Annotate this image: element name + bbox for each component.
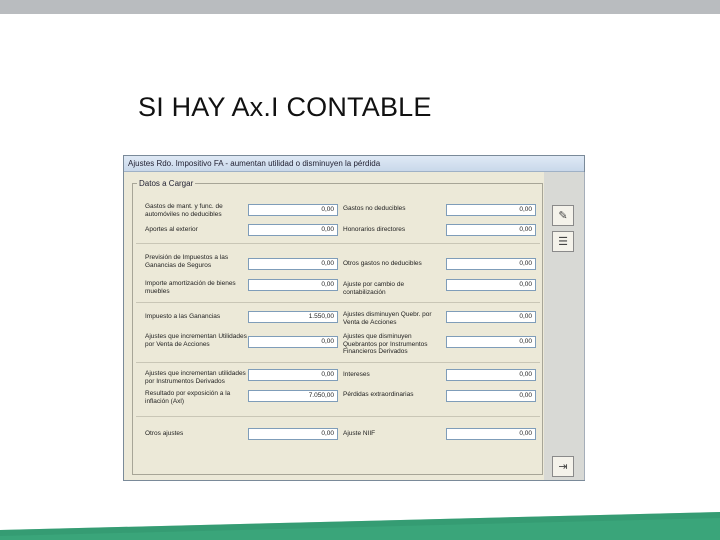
field-input[interactable]: 0,00	[446, 224, 536, 236]
field-label: Pérdidas extraordinarias	[343, 391, 414, 398]
row-separator	[136, 302, 540, 303]
field-input[interactable]: 0,00	[248, 369, 338, 381]
field-label: Ajustes que incrementan Utilidades por V…	[145, 333, 247, 348]
field-label: Ajustes que incrementan utilidades por I…	[145, 370, 246, 385]
field-input[interactable]: 0,00	[446, 311, 536, 323]
field-label: Otros gastos no deducibles	[343, 260, 422, 267]
field-label: Gastos de mant. y func. de automóviles n…	[145, 203, 223, 218]
exit-button[interactable]: ⇥	[552, 456, 574, 477]
field-label: Ajustes que disminuyen Quebrantos por In…	[343, 333, 428, 355]
field-input[interactable]: 1.550,00	[248, 311, 338, 323]
field-input[interactable]: 0,00	[446, 369, 536, 381]
field-label: Ajustes disminuyen Quebr. por Venta de A…	[343, 311, 432, 326]
row-separator	[136, 362, 540, 363]
field-input[interactable]: 0,00	[446, 279, 536, 291]
list-icon: ☰	[558, 236, 568, 248]
field-label: Gastos no deducibles	[343, 205, 406, 212]
slide-title: SI HAY Ax.I CONTABLE	[138, 92, 432, 122]
field-input[interactable]: 0,00	[248, 428, 338, 440]
field-input[interactable]: 0,00	[446, 258, 536, 270]
field-label: Previsión de Impuestos a las Ganancias d…	[145, 254, 229, 269]
field-label: Ajuste por cambio de contabilización	[343, 281, 405, 296]
row-separator	[136, 243, 540, 244]
field-input[interactable]: 7.050,00	[248, 390, 338, 402]
footer-band	[0, 512, 720, 540]
field-label: Importe amortización de bienes muebles	[145, 280, 236, 295]
field-label: Honorarios directores	[343, 226, 406, 233]
field-input[interactable]: 0,00	[248, 279, 338, 291]
field-label: Otros ajustes	[145, 430, 184, 437]
field-input[interactable]: 0,00	[248, 224, 338, 236]
window-title[interactable]: Ajustes Rdo. Impositivo FA - aumentan ut…	[124, 156, 584, 172]
field-label: Ajuste NIIF	[343, 430, 376, 437]
field-input[interactable]: 0,00	[248, 204, 338, 216]
edit-icon: ✎	[558, 210, 568, 222]
group-label: Datos a Cargar	[137, 179, 196, 188]
field-input[interactable]: 0,00	[248, 258, 338, 270]
field-label: Resultado por exposición a la inflación …	[145, 390, 231, 405]
field-label: Impuesto a las Ganancias	[145, 313, 221, 320]
field-label: Aportes al exterior	[145, 226, 198, 233]
tools-button[interactable]: ✎	[552, 205, 574, 226]
list-button[interactable]: ☰	[552, 231, 574, 252]
row-separator	[136, 416, 540, 417]
field-label: Intereses	[343, 371, 370, 378]
field-input[interactable]: 0,00	[446, 336, 536, 348]
top-bar	[0, 0, 720, 14]
field-input[interactable]: 0,00	[446, 204, 536, 216]
field-input[interactable]: 0,00	[446, 428, 536, 440]
exit-icon: ⇥	[558, 461, 568, 473]
field-input[interactable]: 0,00	[446, 390, 536, 402]
field-input[interactable]: 0,00	[248, 336, 338, 348]
